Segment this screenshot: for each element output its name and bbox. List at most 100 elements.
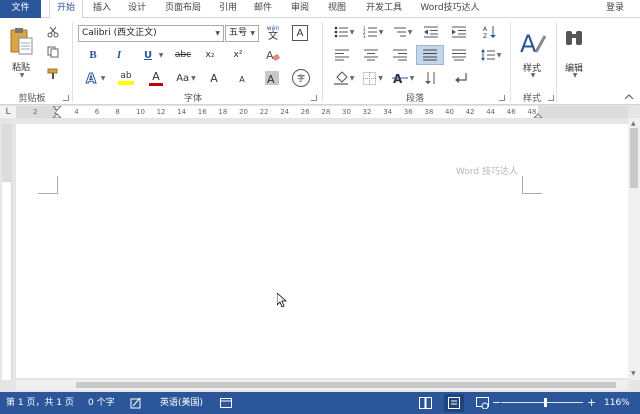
zoom-slider[interactable] — [501, 402, 583, 403]
bullets-icon — [334, 26, 348, 38]
language-indicator[interactable]: 英语(美国) — [160, 392, 203, 414]
scroll-down-icon[interactable]: ▼ — [631, 370, 636, 377]
scroll-up-icon[interactable]: ▲ — [631, 120, 636, 127]
text-effect-button[interactable]: A ▼ — [84, 70, 106, 86]
clipboard-launcher-icon[interactable] — [63, 95, 69, 101]
editing-button[interactable] — [562, 26, 586, 50]
line-spacing-button[interactable]: ▼ — [479, 47, 503, 63]
editing-dropdown[interactable]: ▼ — [568, 70, 580, 80]
character-border-button[interactable]: A — [292, 25, 308, 41]
numbering-icon: 123 — [363, 26, 377, 38]
tab-references[interactable]: 引用 — [214, 0, 242, 18]
paragraph-launcher-icon[interactable] — [499, 95, 505, 101]
ruler-mark: 30 — [342, 108, 351, 116]
paste-button[interactable] — [6, 24, 36, 58]
page-count[interactable]: 第 1 页，共 1 页 — [6, 392, 74, 414]
underline-dropdown[interactable]: ▼ — [156, 47, 164, 63]
zoom-slider-thumb[interactable] — [544, 398, 547, 407]
font-name-combo[interactable]: Calibri (西文正文) ▼ — [78, 25, 224, 42]
chinese-layout-button[interactable]: A ▼ — [391, 70, 415, 86]
word-count[interactable]: 0 个字 — [88, 392, 115, 414]
font-color-swatch — [149, 82, 163, 86]
copy-icon[interactable] — [45, 44, 61, 60]
format-painter-icon[interactable] — [45, 66, 61, 82]
show-hide-marks-button[interactable] — [422, 70, 440, 86]
login-link[interactable]: 登录 — [606, 0, 624, 17]
justify-button[interactable] — [416, 45, 444, 65]
tab-developer[interactable]: 开发工具 — [361, 0, 407, 18]
cut-icon[interactable] — [45, 24, 61, 40]
zoom-in-button[interactable]: + — [587, 392, 596, 414]
character-shading-button[interactable]: A — [262, 70, 282, 86]
enclose-characters-button[interactable]: 字 — [292, 69, 310, 87]
align-right-button[interactable] — [391, 47, 409, 63]
paragraph-mark-button[interactable] — [452, 70, 470, 86]
proofing-icon[interactable] — [130, 397, 142, 409]
align-right-icon — [393, 49, 407, 61]
text-effects-button[interactable]: A — [262, 47, 282, 63]
styles-button[interactable]: A — [516, 26, 548, 58]
tab-file[interactable]: 文件 — [0, 0, 41, 18]
chinese-layout-icon: A — [391, 72, 408, 85]
phonetic-guide-button[interactable]: wén 文 — [263, 23, 283, 43]
tab-review[interactable]: 审阅 — [286, 0, 314, 18]
chevron-down-icon: ▼ — [215, 30, 220, 37]
horizontal-scrollbar[interactable] — [16, 380, 628, 390]
tab-design[interactable]: 设计 — [123, 0, 151, 18]
highlight-color-button[interactable]: ab — [113, 68, 139, 88]
distributed-button[interactable] — [450, 47, 468, 63]
ruler-mark: 46 — [506, 108, 516, 116]
styles-launcher-icon[interactable] — [548, 95, 554, 101]
superscript-button[interactable]: x² — [229, 47, 247, 63]
web-layout-icon[interactable] — [476, 397, 489, 409]
bold-button[interactable]: B — [84, 47, 102, 63]
underline-button[interactable]: U — [140, 47, 156, 63]
ruler-mark: 40 — [445, 108, 454, 116]
font-size-combo[interactable]: 五号 ▼ — [225, 25, 259, 42]
first-line-indent-icon[interactable] — [52, 106, 62, 118]
zoom-level[interactable]: 116% — [604, 392, 630, 414]
read-mode-icon[interactable] — [419, 397, 432, 409]
macro-record-icon[interactable] — [220, 397, 232, 409]
tab-view[interactable]: 视图 — [323, 0, 351, 18]
right-indent-icon[interactable] — [533, 106, 543, 118]
grow-font-button[interactable]: A — [205, 70, 223, 86]
zoom-out-button[interactable]: − — [492, 392, 501, 414]
tab-insert[interactable]: 插入 — [88, 0, 116, 18]
decrease-indent-button[interactable] — [422, 24, 440, 40]
italic-button[interactable]: I — [110, 47, 128, 63]
change-case-button[interactable]: Aa ▼ — [175, 70, 197, 86]
horizontal-scroll-thumb[interactable] — [76, 382, 616, 388]
print-layout-button[interactable] — [444, 394, 464, 412]
sort-button[interactable]: AZ — [481, 24, 499, 40]
shading-button[interactable]: ▼ — [333, 70, 355, 86]
bullets-button[interactable]: ▼ — [333, 24, 355, 40]
tab-page-layout[interactable]: 页面布局 — [159, 0, 207, 18]
ruler-mark: 14 — [177, 108, 187, 116]
document-page[interactable]: Word 技巧达人 — [16, 124, 628, 378]
tab-mailings[interactable]: 邮件 — [249, 0, 277, 18]
align-left-button[interactable] — [333, 47, 351, 63]
tab-selector-button[interactable]: L — [0, 106, 16, 118]
vertical-ruler[interactable] — [2, 124, 12, 380]
align-center-button[interactable] — [362, 47, 380, 63]
numbering-button[interactable]: 1 2 3 ▼ — [362, 24, 384, 40]
multilevel-list-button[interactable]: ▼ — [391, 24, 413, 40]
vertical-scrollbar[interactable]: ▲ ▼ — [628, 118, 640, 380]
styles-dropdown[interactable]: ▼ — [526, 70, 538, 80]
chevron-down-icon: ▼ — [250, 30, 255, 37]
collapse-ribbon-button[interactable] — [622, 90, 636, 102]
shrink-font-button[interactable]: A — [233, 71, 251, 87]
paste-dropdown[interactable]: ▼ — [15, 70, 27, 80]
tab-word-tips[interactable]: Word技巧达人 — [415, 0, 485, 18]
subscript-button[interactable]: x₂ — [201, 47, 219, 63]
strikethrough-button[interactable]: abc — [172, 47, 194, 63]
horizontal-ruler[interactable]: 2 2 4 6 8 10 12 14 16 18 20 22 24 26 28 30 32 34 36 38 40 42 4… — [16, 106, 628, 118]
borders-button[interactable]: ▼ — [362, 70, 384, 86]
font-launcher-icon[interactable] — [311, 95, 317, 101]
font-color-button[interactable]: A — [144, 68, 168, 88]
vertical-scroll-thumb[interactable] — [630, 128, 638, 188]
paint-bucket-icon — [333, 71, 348, 85]
increase-indent-button[interactable] — [450, 24, 468, 40]
tab-home[interactable]: 开始 — [49, 0, 83, 19]
